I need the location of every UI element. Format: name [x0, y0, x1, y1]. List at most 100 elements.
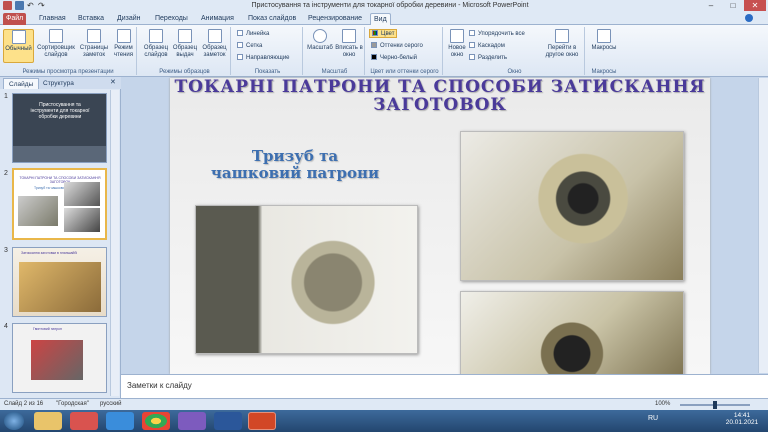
zoom-slider-thumb[interactable]	[713, 401, 717, 409]
close-pane-button[interactable]: ✕	[110, 78, 116, 86]
slide-thumbnail-4[interactable]: Гвинтовий патрон	[12, 323, 107, 393]
minimize-button[interactable]: –	[700, 0, 722, 11]
reading-view-button[interactable]: Режим чтения	[111, 29, 136, 59]
slide-counter: Слайд 2 из 16	[4, 401, 44, 407]
ribbon-tabs: Файл Главная Вставка Дизайн Переходы Ани…	[0, 12, 768, 25]
powerpoint-app-icon[interactable]	[3, 1, 12, 10]
cascade-button[interactable]: Каскадом	[469, 42, 505, 49]
notes-page-icon	[87, 29, 101, 43]
system-clock[interactable]: 14:41 20.01.2021	[722, 412, 762, 426]
new-window-icon	[450, 29, 464, 43]
ribbon: Обычный Сортировщик слайдов Страницы зам…	[0, 25, 768, 77]
powerpoint-taskbar-icon[interactable]	[248, 412, 276, 430]
slide-subtitle-line-2: чашковий патрони	[210, 164, 380, 182]
explorer-taskbar-icon[interactable]	[34, 412, 62, 430]
slide-subtitle-line-1: Тризуб та	[251, 147, 339, 165]
tab-animation[interactable]: Анимация	[198, 13, 237, 25]
grayscale-button[interactable]: Оттенки серого	[371, 42, 423, 49]
split-button[interactable]: Разделить	[469, 54, 507, 61]
tab-review[interactable]: Рецензирование	[305, 13, 365, 25]
input-language[interactable]: RU	[648, 415, 658, 422]
help-icon[interactable]	[745, 14, 753, 22]
slide-sorter-icon	[49, 29, 63, 43]
undo-icon[interactable]: ↶	[27, 1, 36, 10]
zoom-level[interactable]: 100%	[655, 401, 670, 407]
normal-view-button[interactable]: Обычный	[3, 29, 34, 63]
thumb-photo	[64, 182, 100, 206]
tab-slideshow[interactable]: Показ слайдов	[245, 13, 299, 25]
tab-file[interactable]: Файл	[3, 13, 27, 25]
tab-home[interactable]: Главная	[36, 13, 69, 25]
internet-explorer-taskbar-icon[interactable]	[106, 412, 134, 430]
notes-master-button[interactable]: Образец заметок	[200, 29, 229, 59]
clock-date: 20.01.2021	[725, 419, 759, 426]
pane-scrollbar[interactable]	[110, 90, 119, 396]
maximize-button[interactable]: □	[722, 0, 744, 11]
black-white-button[interactable]: Черно-белый	[371, 54, 417, 61]
group-show: Линейка Сетка Направляющие Показать	[233, 27, 303, 75]
new-window-button[interactable]: Новое окно	[447, 29, 467, 59]
guides-checkbox[interactable]: Направляющие	[237, 54, 290, 61]
chrome-taskbar-icon[interactable]	[142, 412, 170, 430]
language-indicator[interactable]: русский	[100, 401, 122, 407]
notes-pane[interactable]: Заметки к слайду	[121, 374, 768, 398]
tab-transitions[interactable]: Переходы	[152, 13, 191, 25]
word-taskbar-icon[interactable]	[214, 412, 242, 430]
slide-subtitle[interactable]: Тризуб та чашковий патрони	[190, 148, 400, 182]
thumb-photo	[19, 262, 101, 312]
slide-thumbnail-1[interactable]: Пристосування та інструменти для токарно…	[12, 93, 107, 163]
start-button[interactable]	[4, 412, 24, 430]
windows-taskbar: RU 14:41 20.01.2021	[0, 410, 768, 432]
slide-master-button[interactable]: Образец слайдов	[142, 29, 170, 59]
tab-design[interactable]: Дизайн	[114, 13, 144, 25]
magnifier-icon	[313, 29, 327, 43]
lathe-photo-1[interactable]	[195, 205, 418, 354]
fit-window-icon	[342, 29, 356, 43]
slide-title[interactable]: ТОКАРНІ ПАТРОНИ ТА СПОСОБИ ЗАТИСКАННЯ ЗА…	[170, 78, 710, 114]
save-icon[interactable]	[15, 1, 24, 10]
thumb-number: 1	[4, 93, 8, 100]
thumb-photo	[64, 208, 100, 232]
media-player-taskbar-icon[interactable]	[70, 412, 98, 430]
zoom-button[interactable]: Масштаб	[307, 29, 333, 52]
thumb-number: 3	[4, 247, 8, 254]
group-presentation-views: Обычный Сортировщик слайдов Страницы зам…	[0, 27, 137, 75]
viber-taskbar-icon[interactable]	[178, 412, 206, 430]
tab-outline[interactable]: Структура	[38, 78, 79, 89]
tab-insert[interactable]: Вставка	[75, 13, 107, 25]
ruler-checkbox[interactable]: Линейка	[237, 30, 269, 37]
fit-to-window-button[interactable]: Вписать в окно	[335, 29, 363, 59]
thumb-photo	[31, 340, 83, 380]
slide-scrollbar[interactable]	[758, 78, 768, 373]
status-bar: Слайд 2 из 16 "Городская" русский 100%	[0, 398, 768, 410]
macros-button[interactable]: Макросы	[589, 29, 619, 52]
handout-master-icon	[178, 29, 192, 43]
lathe-photo-2[interactable]	[460, 131, 684, 281]
arrange-all-button[interactable]: Упорядочить все	[469, 30, 525, 37]
current-slide[interactable]: ТОКАРНІ ПАТРОНИ ТА СПОСОБИ ЗАТИСКАННЯ ЗА…	[170, 78, 710, 374]
slide-thumbnail-3[interactable]: Затискання заготовки в планшайбі	[12, 247, 107, 317]
redo-icon[interactable]: ↷	[38, 1, 47, 10]
tab-slides[interactable]: Слайды	[3, 78, 40, 89]
notes-placeholder: Заметки к слайду	[127, 381, 192, 390]
group-zoom: Масштаб Вписать в окно Масштаб	[305, 27, 365, 75]
slide-thumbnail-2[interactable]: ТОКАРНІ ПАТРОНИ ТА СПОСОБИ ЗАТИСКАННЯ ЗА…	[12, 168, 107, 240]
notes-master-icon	[207, 29, 222, 43]
tab-view[interactable]: Вид	[370, 13, 391, 25]
pane-tabs: Слайды Структура ✕	[0, 77, 121, 89]
grid-checkbox[interactable]: Сетка	[237, 42, 262, 49]
slides-pane: Слайды Структура ✕ 1 Пристосування та ін…	[0, 77, 121, 398]
thumb-title: Затискання заготовки в планшайбі	[21, 251, 78, 255]
thumb-title: Гвинтовий патрон	[33, 327, 62, 331]
group-color: Цвет Оттенки серого Черно-белый Цвет или…	[367, 27, 443, 75]
color-button[interactable]: Цвет	[369, 29, 398, 38]
notes-page-button[interactable]: Страницы заметок	[78, 29, 110, 59]
close-button[interactable]: ✕	[744, 0, 766, 11]
slide-sorter-button[interactable]: Сортировщик слайдов	[36, 29, 76, 59]
thumb-number: 4	[4, 323, 8, 330]
lathe-photo-3[interactable]	[460, 291, 684, 374]
thumb-number: 2	[4, 170, 8, 177]
slide-title-line-2: ЗАГОТОВОК	[373, 95, 507, 115]
switch-window-button[interactable]: Перейти в другое окно	[543, 29, 581, 59]
handout-master-button[interactable]: Образец выдач	[171, 29, 199, 59]
